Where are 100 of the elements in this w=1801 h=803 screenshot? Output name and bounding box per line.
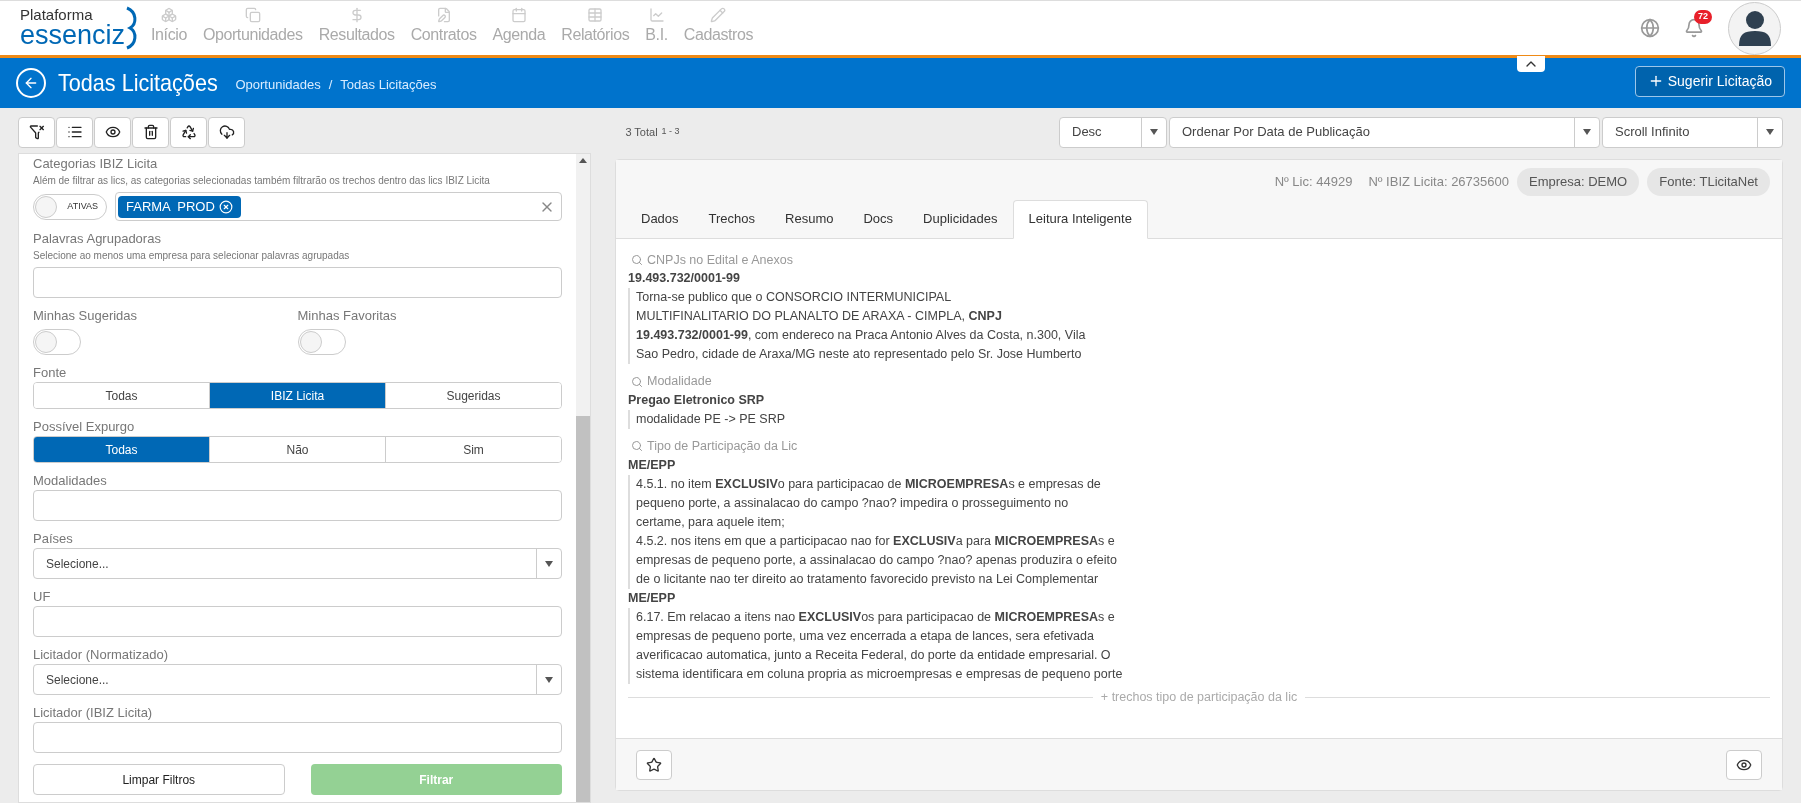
select-value: Desc — [1071, 123, 1103, 142]
globe-icon[interactable] — [1640, 18, 1660, 38]
select-placeholder: Selecione... — [45, 555, 110, 573]
toolbar-button[interactable] — [56, 116, 93, 148]
remove-icon[interactable] — [218, 199, 233, 214]
field-label: Licitador (IBIZ Licita) — [33, 704, 154, 722]
select-placeholder: Selecione... — [45, 671, 110, 689]
search-icon — [631, 253, 643, 266]
toggle-switch[interactable] — [33, 329, 81, 355]
segment-option[interactable]: IBIZ Licita — [210, 383, 386, 408]
tag-input[interactable]: FARMA PROD — [115, 192, 562, 221]
favorite-button[interactable] — [636, 749, 672, 780]
cloud-download-icon — [218, 124, 235, 140]
suggest-button[interactable]: Sugerir Licitação — [1634, 65, 1785, 97]
field-label: Modalidades — [33, 472, 108, 490]
detail-tab[interactable]: Dados — [626, 199, 694, 239]
detail-tab[interactable]: Duplicidades — [908, 199, 1013, 239]
extracted-value: 19.493.732/0001-99 — [628, 270, 741, 288]
text-field[interactable] — [33, 722, 562, 753]
line-chart-icon — [648, 7, 665, 23]
filter-off-icon — [28, 124, 45, 140]
toolbar-button[interactable] — [94, 116, 131, 148]
breadcrumb-link[interactable]: Todas Licitações — [340, 75, 437, 95]
segment-option[interactable]: Todas — [34, 383, 210, 408]
field-label: Palavras Agrupadoras — [33, 230, 162, 248]
user-silhouette-icon — [1737, 10, 1772, 46]
caret-icon — [1150, 129, 1158, 135]
section-title: CNPJs no Edital e Anexos — [647, 251, 793, 269]
toggle-switch[interactable] — [297, 329, 346, 355]
brand-logo[interactable]: Plataforma essenciz — [20, 6, 140, 50]
back-button[interactable] — [16, 68, 46, 98]
recycle-icon — [180, 124, 197, 140]
segment-option[interactable]: Todas — [34, 437, 210, 462]
logo-wordmark: essenciz — [20, 22, 126, 49]
page-title: Todas Licitações — [58, 68, 218, 98]
info-pill: Fonte: TLicitaNet — [1647, 168, 1770, 196]
search-icon — [631, 375, 643, 388]
avatar[interactable] — [1728, 1, 1781, 55]
category-tag: FARMA PROD — [118, 195, 241, 218]
search-icon — [631, 440, 643, 453]
table-icon — [587, 7, 604, 23]
edit-icon — [435, 7, 452, 23]
field-label: Licitador (Normatizado) — [33, 646, 170, 664]
select-value: Ordenar Por Data de Publicação — [1181, 123, 1371, 142]
caret-icon — [1583, 129, 1591, 135]
pencil-icon — [710, 7, 727, 23]
results-range: 1 - 3 — [661, 125, 680, 139]
select-field[interactable]: Selecione... — [33, 664, 562, 695]
clear-filters-button[interactable]: Limpar Filtros — [33, 764, 285, 795]
field-label: Minhas Favoritas — [297, 307, 398, 325]
calendar-icon — [510, 7, 527, 23]
sort-select[interactable]: Ordenar Por Data de Publicação — [1169, 116, 1600, 148]
extracted-value: ME/EPP — [628, 456, 677, 474]
text-field[interactable] — [33, 267, 562, 298]
detail-tab[interactable]: Trechos — [693, 199, 771, 239]
excerpt-text: 4.5.1. no item EXCLUSIVo para participacao de MICROEMPRESAs e empresas de pequeno porte, a assinalacao do campo ?nao? impedira o prosseguimento no certame, para aquele item; 4.5.2. nos itens em que a participacao nao for EXCLUSIVa para MICROEMPRESAs e empresas de pequeno porte, a assinalacao do campo ?nao? apenas produzira o efeito de o licitante nao ter direito ao tratamento favorecido previsto na Lei Complementar — [628, 474, 1770, 589]
toolbar-button[interactable] — [132, 116, 169, 148]
view-button[interactable] — [1726, 749, 1762, 780]
excerpt-text: Torna-se publico que o CONSORCIO INTERMUNICIPAL MULTIFINALITARIO DO PLANALTO DE ARAXA - CIMPLA, CNPJ 19.493.732/0001-99, com endereco na Praca Antonio Alves da Costa, n.300, Vila Sao Pedro, cidade de Araxa/MG neste ato representado pelo Sr. Jose Humberto — [628, 288, 1770, 365]
extracted-value: Pregao Eletronico SRP — [628, 392, 766, 409]
info-text: Nº Lic: 44929 — [1274, 173, 1353, 191]
logo-subtitle: Plataforma — [20, 7, 94, 22]
detail-tab[interactable]: Leitura Inteligente — [1012, 199, 1148, 239]
notification-badge: 72 — [1694, 10, 1712, 24]
notification-bell-icon[interactable] — [1684, 18, 1704, 38]
info-text: Nº IBIZ Licita: 26735600 — [1368, 173, 1509, 191]
info-pill: Empresa: DEMO — [1517, 168, 1640, 196]
select-value: Scroll Infinito — [1614, 123, 1691, 142]
extracted-value: ME/EPP — [628, 589, 677, 607]
breadcrumb-link[interactable]: Oportunidades — [235, 75, 321, 95]
detail-tab[interactable]: Docs — [848, 199, 909, 239]
text-field[interactable] — [33, 490, 562, 521]
collapse-button[interactable] — [1517, 56, 1545, 72]
order-select[interactable]: Desc — [1059, 116, 1167, 148]
toolbar-button[interactable] — [170, 116, 207, 148]
toggle-label: ATIVAS — [67, 199, 98, 213]
excerpt-text: modalidade PE -> PE SRP — [628, 410, 1770, 429]
copy-icon — [244, 7, 261, 23]
field-label: Países — [33, 530, 74, 548]
toolbar-button[interactable] — [208, 116, 245, 148]
star-icon — [646, 756, 662, 773]
select-field[interactable]: Selecione... — [33, 548, 562, 579]
breadcrumb-separator: / — [328, 76, 333, 95]
toolbar-button[interactable] — [18, 116, 55, 148]
excerpt-text: 6.17. Em relacao a itens nao EXCLUSIVos para participacao de MICROEMPRESAs e empresas de pequeno porte, uma vez encerrada a etapa de lances, sera efetivada averificacao automatica, junto a Receita Federal, do porte da entidade empresarial. O sistema identificara em coluna propria as microempresas e empresas de pequeno porte — [628, 607, 1770, 684]
field-label: Categorias IBIZ Licita — [33, 155, 159, 173]
field-label: Minhas Sugeridas — [33, 307, 139, 325]
field-label: Fonte — [33, 364, 68, 382]
caret-icon — [545, 676, 553, 683]
text-field[interactable] — [33, 606, 562, 637]
results-total: 3 Total — [625, 124, 658, 140]
detail-tab[interactable]: Resumo — [770, 199, 849, 239]
caret-icon — [1766, 129, 1774, 135]
section-title: Modalidade — [647, 373, 712, 391]
mode-select[interactable]: Scroll Infinito — [1602, 116, 1783, 148]
toggle-switch[interactable]: ATIVAS — [33, 193, 107, 220]
field-label: Possível Expurgo — [33, 418, 136, 436]
field-hint: Selecione ao menos uma empresa para selecionar palavras agrupadas — [33, 249, 351, 263]
caret-icon — [545, 560, 553, 567]
scrollbar[interactable] — [576, 154, 590, 802]
